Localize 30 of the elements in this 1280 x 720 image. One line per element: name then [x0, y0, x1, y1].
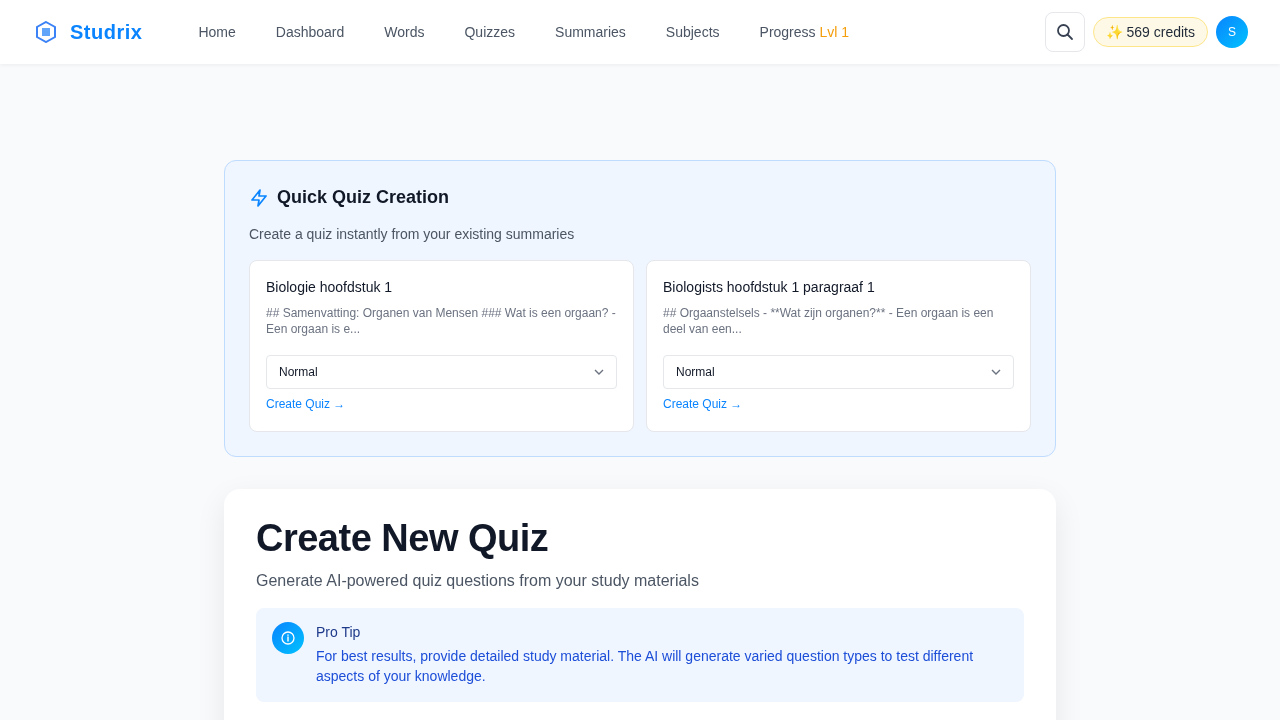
credits-badge: ✨ 569 credits — [1092, 17, 1208, 47]
difficulty-select[interactable]: Normal — [663, 355, 1014, 389]
info-icon — [272, 622, 304, 654]
brand-name[interactable]: Studrix — [70, 20, 143, 44]
nav-link[interactable]: Home — [178, 16, 256, 48]
search-button[interactable] — [1044, 12, 1085, 52]
page-title: Create New Quiz — [256, 517, 550, 560]
difficulty-select[interactable]: Normal — [266, 355, 617, 389]
nav-link[interactable]: Summaries — [535, 16, 646, 48]
hexagon-logo-icon — [36, 21, 56, 43]
summary-excerpt: ## Samenvatting: Organen van Mensen ### Wat is een orgaan? - Een orgaan is e... — [266, 305, 617, 337]
lightning-icon — [249, 187, 269, 208]
section-subtitle: Create a quiz instantly from your existing summaries — [249, 226, 576, 242]
tip-title: Pro Tip — [316, 624, 362, 640]
search-icon — [1055, 23, 1074, 41]
summary-title: Biologists hoofdstuk 1 paragraaf 1 — [663, 279, 876, 295]
nav-link[interactable]: Quizzes — [444, 16, 536, 48]
summary-excerpt: ## Orgaanstelsels - **Wat zijn organen?** - Een orgaan is een deel van een... — [663, 305, 995, 337]
nav-link[interactable]: Progress Lvl 1 — [739, 16, 870, 48]
chevron-down-icon — [991, 369, 1001, 375]
nav-link[interactable]: Subjects — [645, 16, 740, 48]
create-quiz-link[interactable]: Create Quiz → — [266, 397, 346, 411]
page-subtitle: Generate AI-powered quiz questions from your study materials — [256, 572, 700, 590]
tip-text: For best results, provide detailed study material. The AI will generate varied question types to test different aspects of your knowledge. — [316, 647, 975, 686]
chevron-down-icon — [594, 369, 604, 375]
nav-link[interactable]: Words — [364, 16, 445, 48]
create-quiz-link[interactable]: Create Quiz → — [663, 397, 743, 411]
nav-link[interactable]: Dashboard — [255, 16, 365, 48]
summary-title: Biologie hoofdstuk 1 — [266, 279, 394, 295]
section-title: Quick Quiz Creation — [277, 187, 450, 208]
